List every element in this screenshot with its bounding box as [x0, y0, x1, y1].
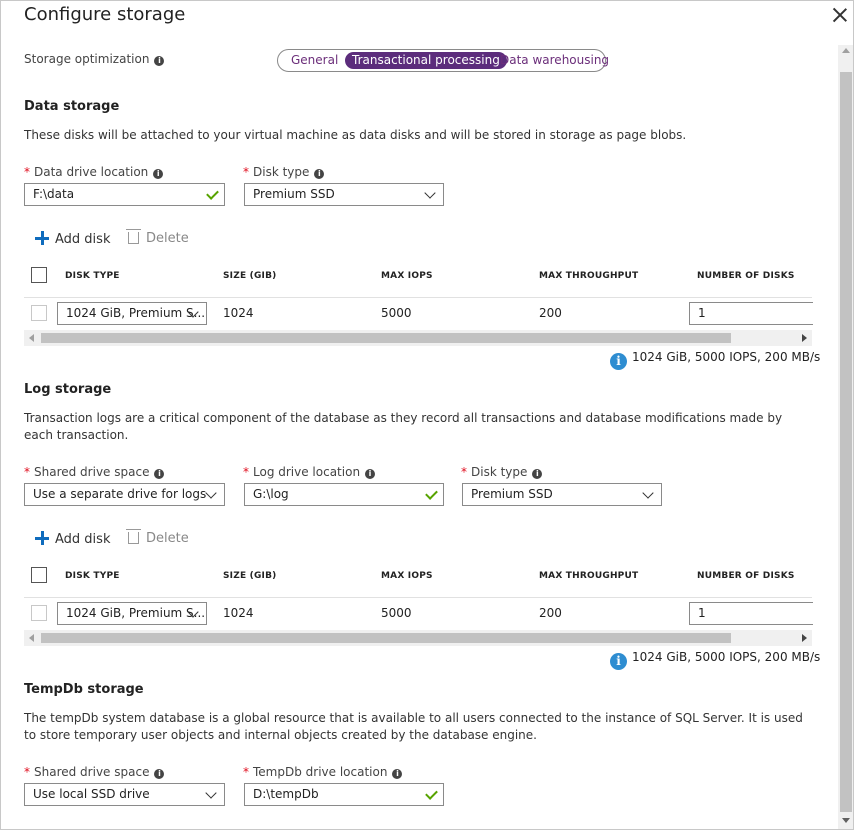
plus-icon	[35, 531, 49, 545]
data-row-size: 1024	[223, 306, 254, 320]
vertical-scrollbar[interactable]	[838, 45, 853, 829]
info-icon: i	[610, 653, 627, 670]
info-icon[interactable]: i	[392, 769, 403, 779]
storage-optimization-toggle: General Transactional processing Data wa…	[277, 49, 609, 72]
checkmark-icon	[425, 487, 438, 500]
data-row-iops: 5000	[381, 306, 412, 320]
log-select-all-checkbox[interactable]	[31, 567, 47, 583]
storage-optimization-label: Storage optimization i	[24, 52, 165, 66]
data-storage-summary: i 1024 GiB, 5000 IOPS, 200 MB/s	[610, 350, 820, 370]
chevron-down-icon	[642, 487, 654, 499]
log-drive-location-input[interactable]: G:\log	[244, 483, 444, 506]
column-header-size: SIZE (GIB)	[223, 571, 277, 581]
log-add-disk-button[interactable]: Add disk	[35, 531, 110, 547]
blade-title: Configure storage	[24, 4, 186, 25]
column-header-max-iops: MAX IOPS	[381, 571, 433, 581]
info-icon[interactable]: i	[154, 469, 165, 479]
option-data-warehousing[interactable]: Data warehousing	[493, 52, 616, 69]
trash-icon	[126, 229, 141, 244]
option-transactional-processing[interactable]: Transactional processing	[345, 52, 507, 69]
column-header-disk-type: DISK TYPE	[65, 271, 120, 281]
data-row-checkbox[interactable]	[31, 305, 47, 321]
data-delete-button[interactable]: Delete	[126, 229, 189, 246]
info-icon[interactable]: i	[154, 56, 165, 66]
tempdb-shared-drive-space-select[interactable]: Use local SSD drive	[24, 783, 225, 806]
option-general[interactable]: General	[284, 52, 345, 69]
log-shared-drive-space-select[interactable]: Use a separate drive for logs	[24, 483, 225, 506]
log-storage-heading: Log storage	[24, 382, 112, 397]
data-disk-type-label: * Disk type i	[243, 165, 325, 179]
data-row-number-of-disks-input[interactable]: 1	[689, 302, 813, 325]
log-disk-type-label: * Disk type i	[461, 465, 543, 479]
close-icon[interactable]	[831, 6, 849, 24]
info-icon[interactable]: i	[154, 769, 165, 779]
chevron-down-icon	[424, 187, 436, 199]
data-add-disk-button[interactable]: Add disk	[35, 231, 110, 247]
info-icon: i	[610, 353, 627, 370]
log-storage-summary: i 1024 GiB, 5000 IOPS, 200 MB/s	[610, 650, 820, 670]
column-header-number-of-disks: NUMBER OF DISKS	[697, 271, 795, 281]
data-storage-description: These disks will be attached to your vir…	[24, 128, 687, 142]
data-disk-type-select[interactable]: Premium SSD	[244, 183, 444, 206]
column-header-max-throughput: MAX THROUGHPUT	[539, 271, 639, 281]
info-icon[interactable]: i	[532, 469, 543, 479]
log-row-checkbox[interactable]	[31, 605, 47, 621]
log-drive-location-label: * Log drive location i	[243, 465, 376, 479]
data-row-throughput: 200	[539, 306, 562, 320]
log-delete-button[interactable]: Delete	[126, 529, 189, 546]
info-icon[interactable]: i	[153, 169, 164, 179]
log-disk-type-select[interactable]: Premium SSD	[462, 483, 662, 506]
data-drive-location-input[interactable]: F:\data	[24, 183, 225, 206]
table-divider	[24, 597, 812, 598]
chevron-down-icon	[205, 787, 217, 799]
log-row-disk-type-select[interactable]: 1024 GiB, Premium S...	[57, 602, 207, 625]
log-row-throughput: 200	[539, 606, 562, 620]
trash-icon	[126, 529, 141, 544]
tempdb-drive-location-label: * TempDb drive location i	[243, 765, 403, 779]
plus-icon	[35, 231, 49, 245]
info-icon[interactable]: i	[314, 169, 325, 179]
checkmark-icon	[206, 187, 219, 200]
data-drive-location-label: * Data drive location i	[24, 165, 164, 179]
column-header-number-of-disks: NUMBER OF DISKS	[697, 571, 795, 581]
log-row-size: 1024	[223, 606, 254, 620]
log-row-iops: 5000	[381, 606, 412, 620]
tempdb-drive-location-input[interactable]: D:\tempDb	[244, 783, 444, 806]
tempdb-storage-description: The tempDb system database is a global r…	[24, 711, 803, 742]
chevron-down-icon	[205, 487, 217, 499]
column-header-size: SIZE (GIB)	[223, 271, 277, 281]
log-table-horizontal-scrollbar[interactable]	[24, 630, 812, 646]
log-row-number-of-disks-input[interactable]: 1	[689, 602, 813, 625]
column-header-disk-type: DISK TYPE	[65, 571, 120, 581]
log-shared-drive-space-label: * Shared drive space i	[24, 465, 165, 479]
configure-storage-blade: Configure storage Storage optimization i …	[0, 0, 854, 830]
data-storage-heading: Data storage	[24, 99, 120, 114]
data-table-horizontal-scrollbar[interactable]	[24, 330, 812, 346]
column-header-max-throughput: MAX THROUGHPUT	[539, 571, 639, 581]
tempdb-shared-drive-space-label: * Shared drive space i	[24, 765, 165, 779]
data-select-all-checkbox[interactable]	[31, 267, 47, 283]
tempdb-storage-heading: TempDb storage	[24, 682, 144, 697]
info-icon[interactable]: i	[365, 469, 376, 479]
data-row-disk-type-select[interactable]: 1024 GiB, Premium S...	[57, 302, 207, 325]
column-header-max-iops: MAX IOPS	[381, 271, 433, 281]
checkmark-icon	[425, 787, 438, 800]
log-storage-description: Transaction logs are a critical componen…	[24, 411, 783, 442]
table-divider	[24, 297, 812, 298]
